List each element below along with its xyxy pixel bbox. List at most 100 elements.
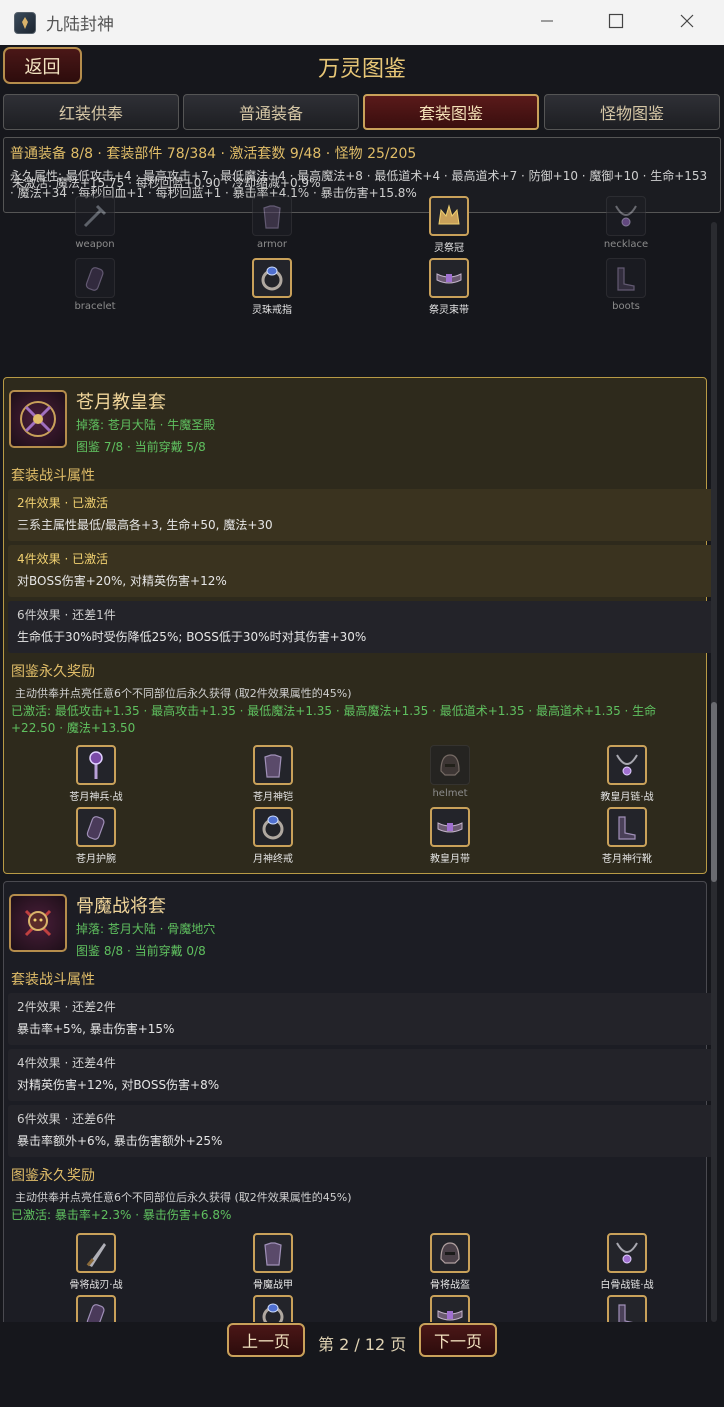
set-name: 苍月教皇套 — [76, 392, 166, 413]
equipment-slot[interactable]: 灵祭冠 — [394, 196, 504, 254]
ring-icon — [253, 807, 293, 847]
armor-icon — [252, 196, 292, 236]
back-button[interactable]: 返回 — [3, 47, 82, 84]
ring-icon — [253, 1295, 293, 1322]
tab-bar: 红装供奉 普通装备 套装图鉴 怪物图鉴 — [3, 94, 721, 130]
equipment-slot[interactable]: 苍月护腕 — [41, 807, 151, 865]
equipment-slot-label: necklace — [603, 239, 649, 250]
equipment-slot[interactable]: 教皇月带 — [395, 807, 505, 865]
equipment-slot-label: 灵珠戒指 — [252, 305, 292, 316]
minimize-icon — [540, 13, 554, 32]
tab-normal-equipment[interactable]: 普通装备 — [183, 94, 359, 130]
reward-note: 主动供奉并点亮任意6个不同部位后永久获得 (取2件效果属性的45%) — [15, 687, 352, 700]
crown-icon — [429, 196, 469, 236]
equipment-slot[interactable]: 灵珠戒指 — [217, 258, 327, 316]
equipment-slot[interactable]: 教皇月链·战 — [572, 745, 682, 803]
effect-head: 2件效果 · 还差2件 — [17, 1000, 116, 1014]
bone-set-emblem-icon — [9, 894, 67, 952]
equipment-slot-label: weapon — [75, 239, 115, 250]
tab-red-offering[interactable]: 红装供奉 — [3, 94, 179, 130]
set-card-canggyue-pope: 苍月教皇套 掉落: 苍月大陆 · 牛魔圣殿 图鉴 7/8 · 当前穿戴 5/8 … — [3, 377, 714, 874]
scrollbar-thumb[interactable] — [711, 702, 717, 882]
staff-icon — [76, 745, 116, 785]
tab-set-codex[interactable]: 套装图鉴 — [363, 94, 539, 130]
equipment-slot-label: 苍月护腕 — [76, 854, 116, 865]
reward-note: 主动供奉并点亮任意6个不同部位后永久获得 (取2件效果属性的45%) — [15, 1191, 352, 1204]
maximize-button[interactable] — [586, 0, 646, 45]
equipment-slot[interactable]: 苍月神行靴 — [572, 807, 682, 865]
equipment-slot[interactable]: 骨将战刃·战 — [41, 1233, 151, 1291]
equipment-slot[interactable]: 骨刺护腕 — [41, 1295, 151, 1322]
equipment-slot[interactable]: 白骨战链·战 — [572, 1233, 682, 1291]
equipment-slot[interactable]: 苍月神铠 — [218, 745, 328, 803]
set-name: 骨魔战将套 — [76, 896, 166, 917]
effect-desc: 三系主属性最低/最高各+3, 生命+50, 魔法+30 — [17, 518, 273, 532]
equipment-slot[interactable]: necklace — [571, 196, 681, 250]
pagination-bar: 上一页 第 2 / 12 页 下一页 — [0, 1322, 724, 1362]
equipment-slot-label: 骨将战刃·战 — [69, 1280, 123, 1291]
window-title: 九陆封神 — [46, 15, 114, 35]
set-drop-source: 掉落: 苍月大陆 · 牛魔圣殿 — [76, 418, 216, 432]
close-button[interactable] — [657, 0, 717, 45]
set-drop-source: 掉落: 苍月大陆 · 骨魔地穴 — [76, 922, 216, 936]
effect-head: 6件效果 · 还差6件 — [17, 1112, 116, 1126]
boots-icon — [607, 1295, 647, 1322]
effect-head: 4件效果 · 已激活 — [17, 552, 109, 566]
weapon-icon — [75, 196, 115, 236]
close-icon — [679, 13, 695, 33]
equipment-slot[interactable]: boots — [571, 258, 681, 312]
set-card-bone-warlord: 骨魔战将套 掉落: 苍月大陆 · 骨魔地穴 图鉴 8/8 · 当前穿戴 0/8 … — [3, 881, 714, 1322]
equipment-slot[interactable]: helmet — [395, 745, 505, 799]
vertical-scrollbar[interactable] — [711, 222, 717, 1322]
set-list-scroll-area[interactable]: 未激活: 魔法+15.75 · 每秒回蓝+0.90 · 冷却缩减+0.9% we… — [3, 172, 721, 1322]
reward-title: 图鉴永久奖励 — [11, 1168, 95, 1184]
tab-monster-codex[interactable]: 怪物图鉴 — [544, 94, 720, 130]
equipment-slot-label: 教皇月带 — [430, 854, 470, 865]
bracelet-icon — [75, 258, 115, 298]
reward-active-stats: 已激活: 暴击率+2.3% · 暴击伤害+6.8% — [11, 1208, 232, 1222]
effect-desc: 暴击率额外+6%, 暴击伤害额外+25% — [17, 1134, 223, 1148]
set-effect-4pc: 4件效果 · 已激活 对BOSS伤害+20%, 对精英伤害+12% — [8, 545, 714, 597]
set-effect-4pc: 4件效果 · 还差4件 对精英伤害+12%, 对BOSS伤害+8% — [8, 1049, 714, 1101]
page-indicator: 第 2 / 12 页 — [318, 1335, 407, 1354]
effect-desc: 暴击率+5%, 暴击伤害+15% — [17, 1022, 175, 1036]
equipment-slot-label: 教皇月链·战 — [600, 792, 654, 803]
set-effect-2pc: 2件效果 · 还差2件 暴击率+5%, 暴击伤害+15% — [8, 993, 714, 1045]
armor-icon — [253, 1233, 293, 1273]
effect-head: 2件效果 · 已激活 — [17, 496, 109, 510]
necklace-icon — [606, 196, 646, 236]
equipment-slot[interactable]: 骨将疾靴 — [572, 1295, 682, 1322]
reward-active-stats: 已激活: 最低攻击+1.35 · 最高攻击+1.35 · 最低魔法+1.35 ·… — [11, 704, 657, 735]
equipment-slot-label: 灵祭冠 — [434, 243, 464, 254]
belt-icon — [430, 1295, 470, 1322]
equipment-slot-label: helmet — [432, 788, 468, 799]
equipment-slot[interactable]: bracelet — [40, 258, 150, 312]
set-effects-title: 套装战斗属性 — [11, 468, 95, 484]
effect-desc: 对BOSS伤害+20%, 对精英伤害+12% — [17, 574, 227, 588]
equipment-slot[interactable]: armor — [217, 196, 327, 250]
equipment-slot-label: 苍月神兵·战 — [69, 792, 123, 803]
equipment-slot[interactable]: 苍月神兵·战 — [41, 745, 151, 803]
equipment-slot-label: armor — [256, 239, 288, 250]
belt-icon — [430, 807, 470, 847]
equipment-slot-label: 白骨战链·战 — [600, 1280, 654, 1291]
prev-page-button[interactable]: 上一页 — [227, 1323, 305, 1357]
equipment-slot[interactable]: 祭灵束带 — [394, 258, 504, 316]
set-codex-progress: 图鉴 7/8 · 当前穿戴 5/8 — [76, 440, 206, 454]
effect-head: 6件效果 · 还差1件 — [17, 608, 116, 622]
equipment-slot[interactable]: weapon — [40, 196, 150, 250]
minimize-button[interactable] — [517, 0, 577, 45]
equipment-slot[interactable]: 月神终戒 — [218, 807, 328, 865]
set-effect-6pc: 6件效果 · 还差1件 生命低于30%时受伤降低25%; BOSS低于30%时对… — [8, 601, 714, 653]
equipment-slot[interactable]: 骨刺战带 — [395, 1295, 505, 1322]
equipment-slot[interactable]: 骨将战盔 — [395, 1233, 505, 1291]
equipment-slot[interactable]: 魂火骨戒 — [218, 1295, 328, 1322]
boots-icon — [606, 258, 646, 298]
equipment-slot[interactable]: 骨魔战甲 — [218, 1233, 328, 1291]
pope-set-emblem-icon — [9, 390, 67, 448]
armor-icon — [253, 745, 293, 785]
next-page-button[interactable]: 下一页 — [419, 1323, 497, 1357]
set-codex-progress: 图鉴 8/8 · 当前穿戴 0/8 — [76, 944, 206, 958]
bracelet-icon — [76, 807, 116, 847]
app-icon — [14, 11, 36, 34]
